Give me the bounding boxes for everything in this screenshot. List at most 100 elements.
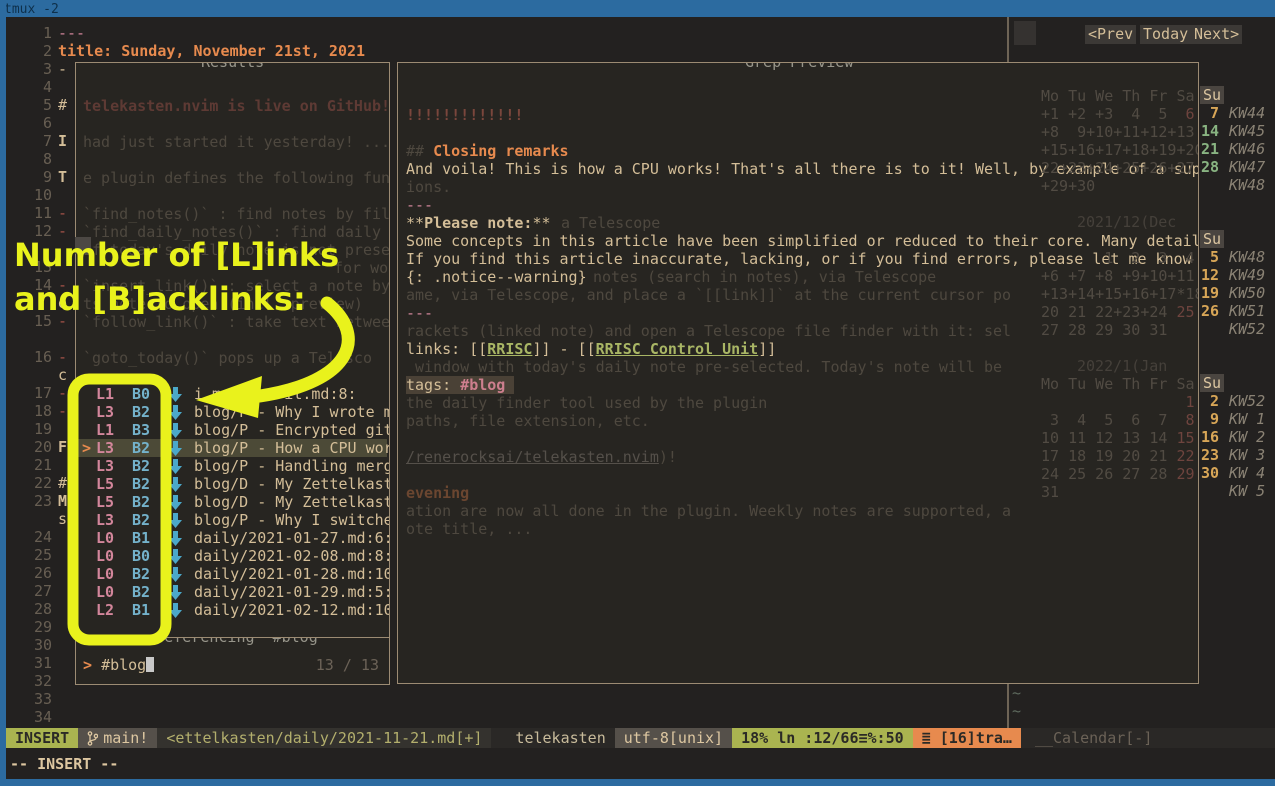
line-number: 24 <box>4 528 52 546</box>
text-segment: ]] <box>758 340 776 358</box>
calendar-day[interactable]: 2 <box>1199 392 1219 410</box>
calendar-day[interactable]: 28 <box>1199 158 1219 176</box>
text-segment: {: .notice--warning} <box>406 268 587 286</box>
calendar-day[interactable]: 21 <box>1199 140 1219 158</box>
result-title: daily/2021-01-29.md:5: <box>194 583 390 601</box>
line-number: 6 <box>4 114 52 132</box>
text-segment: 17 18 19 20 21 <box>1041 447 1176 465</box>
calendar-today-button[interactable]: Today <box>1140 25 1191 44</box>
result-row[interactable]: L3B2blog/P - Why I switche <box>77 511 387 529</box>
links-count: L0 <box>96 529 114 547</box>
result-row[interactable]: L5B2blog/D - My Zettelkast <box>77 475 387 493</box>
calendar-day[interactable]: 19 <box>1199 284 1219 302</box>
statusline: INSERT main! <ettelkasten/daily/2021-11-… <box>6 728 1275 748</box>
grep-preview-title: Grep Preview <box>738 62 860 71</box>
line-number: 20 <box>4 438 52 456</box>
result-row[interactable]: L3B2blog/P - Handling merg <box>77 457 387 475</box>
preview-line: /renerocksai/telekasten.nvim)! <box>406 448 677 466</box>
text-segment: 29 <box>1176 465 1194 483</box>
calendar-day[interactable]: 14 <box>1199 122 1219 140</box>
result-title: daily/2021-01-27.md:6: <box>194 529 390 547</box>
line-number: 4 <box>4 78 52 96</box>
text-segment: 6 <box>1176 105 1194 123</box>
preview-line: --- <box>406 196 433 214</box>
calendar-day[interactable]: 12 <box>1199 266 1219 284</box>
calendar-day[interactable]: 16 <box>1199 428 1219 446</box>
text-segment: ]] - [[ <box>532 340 595 358</box>
line-number: 19 <box>4 420 52 438</box>
links-count: L2 <box>96 601 114 619</box>
grep-preview-panel: Grep Preview !!!!!!!!!!!!!## Closing rem… <box>397 62 1199 684</box>
result-row[interactable]: L3B2blog/P - Why I wrote m <box>77 403 387 421</box>
calendar-day[interactable]: 30 <box>1199 464 1219 482</box>
text-segment: RRISC <box>487 340 532 358</box>
result-row[interactable]: L0B2daily/2021-01-29.md:5: <box>77 583 387 601</box>
text-cursor <box>146 657 154 672</box>
calendar-ghost-line: +15+16+17+18+19+20 <box>1041 141 1199 159</box>
text-segment: Some concepts in this article have been … <box>406 232 1199 250</box>
plugin-name-label: telekasten <box>491 728 614 748</box>
text-segment: ** <box>532 214 550 232</box>
text-segment: evening <box>406 484 469 502</box>
text-segment: ation are now all done in the plugin. We… <box>406 502 1011 520</box>
buffer-margin-char: I <box>58 132 67 150</box>
result-title: blog/P - Why I switche <box>194 511 390 529</box>
text-segment: 1 <box>1186 393 1195 411</box>
text-segment: ions. <box>406 178 451 196</box>
result-row[interactable]: L0B0daily/2021-02-08.md:8: <box>77 547 387 565</box>
buffer-line-3: - <box>58 60 67 78</box>
calendar-day[interactable]: 9 <box>1199 410 1219 428</box>
result-row[interactable]: >L3B2blog/P - How a CPU wor <box>77 439 387 457</box>
result-row[interactable]: L1B3blog/P - Encrypted git <box>77 421 387 439</box>
calendar-sunday-header: Su <box>1200 374 1224 392</box>
links-count: L5 <box>96 475 114 493</box>
result-row[interactable]: L2B1daily/2021-02-12.md:10 <box>77 601 387 619</box>
calendar-week-number: KW46 <box>1229 140 1265 158</box>
search-input[interactable]: > #blog <box>83 656 154 674</box>
text-segment: 3 4 5 6 7 <box>1041 411 1186 429</box>
calendar-day[interactable]: 26 <box>1199 302 1219 320</box>
results-ghost-line: e plugin defines the following fun <box>83 169 390 187</box>
calendar-day[interactable]: 5 <box>1199 248 1219 266</box>
terminal-screen: tmux -2 ---title: Sunday, November 21st,… <box>0 0 1275 786</box>
text-segment: 22 <box>1176 447 1194 465</box>
calendar-week-number: KW45 <box>1229 122 1265 140</box>
calendar-day[interactable]: 23 <box>1199 446 1219 464</box>
preview-line: !!!!!!!!!!!!! <box>406 106 523 124</box>
mode-indicator: INSERT <box>6 728 78 748</box>
search-query: #blog <box>101 656 146 674</box>
calendar-prev-button[interactable]: <Prev <box>1085 25 1136 44</box>
result-row[interactable]: L1B0i mention it.md:8: <box>77 385 387 403</box>
preview-line: a Telescope <box>561 214 660 232</box>
calendar-week-number: KW52 <box>1229 320 1265 338</box>
calendar-ghost-line: 31 <box>1041 483 1059 501</box>
backlinks-count: B0 <box>132 547 150 565</box>
calendar-ghost-line: Mo Tu We Th Fr Sa <box>1041 87 1195 105</box>
annotation-text-line1: Number of [L]inks <box>14 246 339 264</box>
text-segment: !!!!!!!!!!!!! <box>406 106 523 124</box>
text-segment: 10 11 12 13 14 <box>1041 429 1176 447</box>
prompt-title: Notes referencing `#blog` <box>94 637 334 646</box>
text-segment: Closing remarks <box>433 142 568 160</box>
backlinks-count: B2 <box>132 475 150 493</box>
line-number: 34 <box>4 708 52 726</box>
links-count: L3 <box>96 439 114 457</box>
calendar-ghost-line: +1 +2 +3 4 5 6 <box>1041 105 1195 123</box>
results-ghost-line: `goto_today()` pops up a Telesco <box>83 349 372 367</box>
calendar-day[interactable]: 7 <box>1199 104 1219 122</box>
prompt-char: > <box>83 656 92 674</box>
text-segment: 25 <box>1176 303 1194 321</box>
backlinks-count: B0 <box>132 385 150 403</box>
preview-line: ote title, ... <box>406 520 532 538</box>
result-row[interactable]: L0B2daily/2021-01-28.md:10 <box>77 565 387 583</box>
result-row[interactable]: L0B1daily/2021-01-27.md:6: <box>77 529 387 547</box>
line-number: 18 <box>4 402 52 420</box>
line-number: 21 <box>4 456 52 474</box>
line-number: 25 <box>4 546 52 564</box>
text-segment: ** <box>406 214 424 232</box>
buffer-margin-char: # <box>58 474 67 492</box>
preview-line: {: .notice--warning} <box>406 268 587 286</box>
result-title: daily/2021-01-28.md:10 <box>194 565 390 583</box>
result-row[interactable]: L5B2blog/D - My Zettelkast <box>77 493 387 511</box>
line-number: 17 <box>4 384 52 402</box>
